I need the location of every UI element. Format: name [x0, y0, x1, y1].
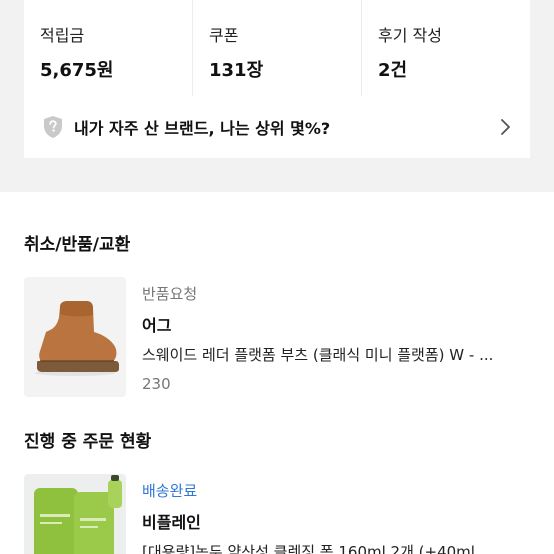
stat-value: 2건 [378, 60, 408, 81]
section-title: 취소/반품/교환 [24, 235, 131, 255]
product-row[interactable]: 배송완료 비플레인 [대용량]녹두 약산성 클렌징 폼 160ml 2개 (+4… [24, 474, 530, 554]
boot-image [35, 301, 119, 376]
stat-label: 쿠폰 [209, 26, 239, 45]
order-status: 배송완료 [142, 482, 198, 500]
stat-coupons[interactable]: 쿠폰 131장 [192, 0, 361, 96]
product-row[interactable]: 반품요청 어그 스웨이드 레더 플랫폼 부츠 (클래식 미니 플랫폼) W - … [24, 277, 530, 397]
product-thumbnail[interactable] [24, 474, 126, 554]
stats-row: 적립금 5,675원 쿠폰 131장 후기 작성 2건 [24, 0, 530, 96]
shield-question-icon [44, 116, 62, 138]
product-brand: 어그 [142, 316, 172, 335]
brand-ranking-banner[interactable]: 내가 자주 산 브랜드, 나는 상위 몇%? [24, 96, 530, 158]
stat-label: 적립금 [40, 26, 85, 45]
product-name: 스웨이드 레더 플랫폼 부츠 (클래식 미니 플랫폼) W - ... [142, 346, 494, 364]
product-info: 반품요청 어그 스웨이드 레더 플랫폼 부츠 (클래식 미니 플랫폼) W - … [142, 277, 530, 397]
stat-reviews[interactable]: 후기 작성 2건 [361, 0, 530, 96]
section-title: 진행 중 주문 현황 [24, 432, 152, 452]
order-status: 반품요청 [142, 285, 198, 303]
order-progress-section: 진행 중 주문 현황 배송완료 비플레인 [대용량]녹두 약산성 클렌징 폼 1… [0, 427, 554, 554]
product-brand: 비플레인 [142, 513, 201, 532]
summary-card: 적립금 5,675원 쿠폰 131장 후기 작성 2건 내가 자주 산 브랜드,… [24, 0, 530, 158]
stat-points[interactable]: 적립금 5,675원 [24, 0, 192, 96]
product-thumbnail[interactable] [24, 277, 126, 397]
product-info: 배송완료 비플레인 [대용량]녹두 약산성 클렌징 폼 160ml 2개 (+4… [142, 474, 530, 554]
stat-value: 5,675원 [40, 60, 114, 81]
cleanser-image [34, 475, 122, 554]
stat-label: 후기 작성 [378, 26, 442, 45]
summary-area: 적립금 5,675원 쿠폰 131장 후기 작성 2건 내가 자주 산 브랜드,… [0, 0, 554, 192]
cancel-return-section: 취소/반품/교환 반품요청 어그 스웨이드 레더 플랫폼 부츠 (클래식 미니 … [0, 230, 554, 397]
stat-value: 131장 [209, 60, 264, 81]
banner-text: 내가 자주 산 브랜드, 나는 상위 몇%? [74, 119, 331, 138]
chevron-right-icon [501, 119, 510, 135]
product-name: [대용량]녹두 약산성 클렌징 폼 160ml 2개 (+40ml... [142, 543, 490, 554]
product-price: 230 [142, 375, 171, 393]
